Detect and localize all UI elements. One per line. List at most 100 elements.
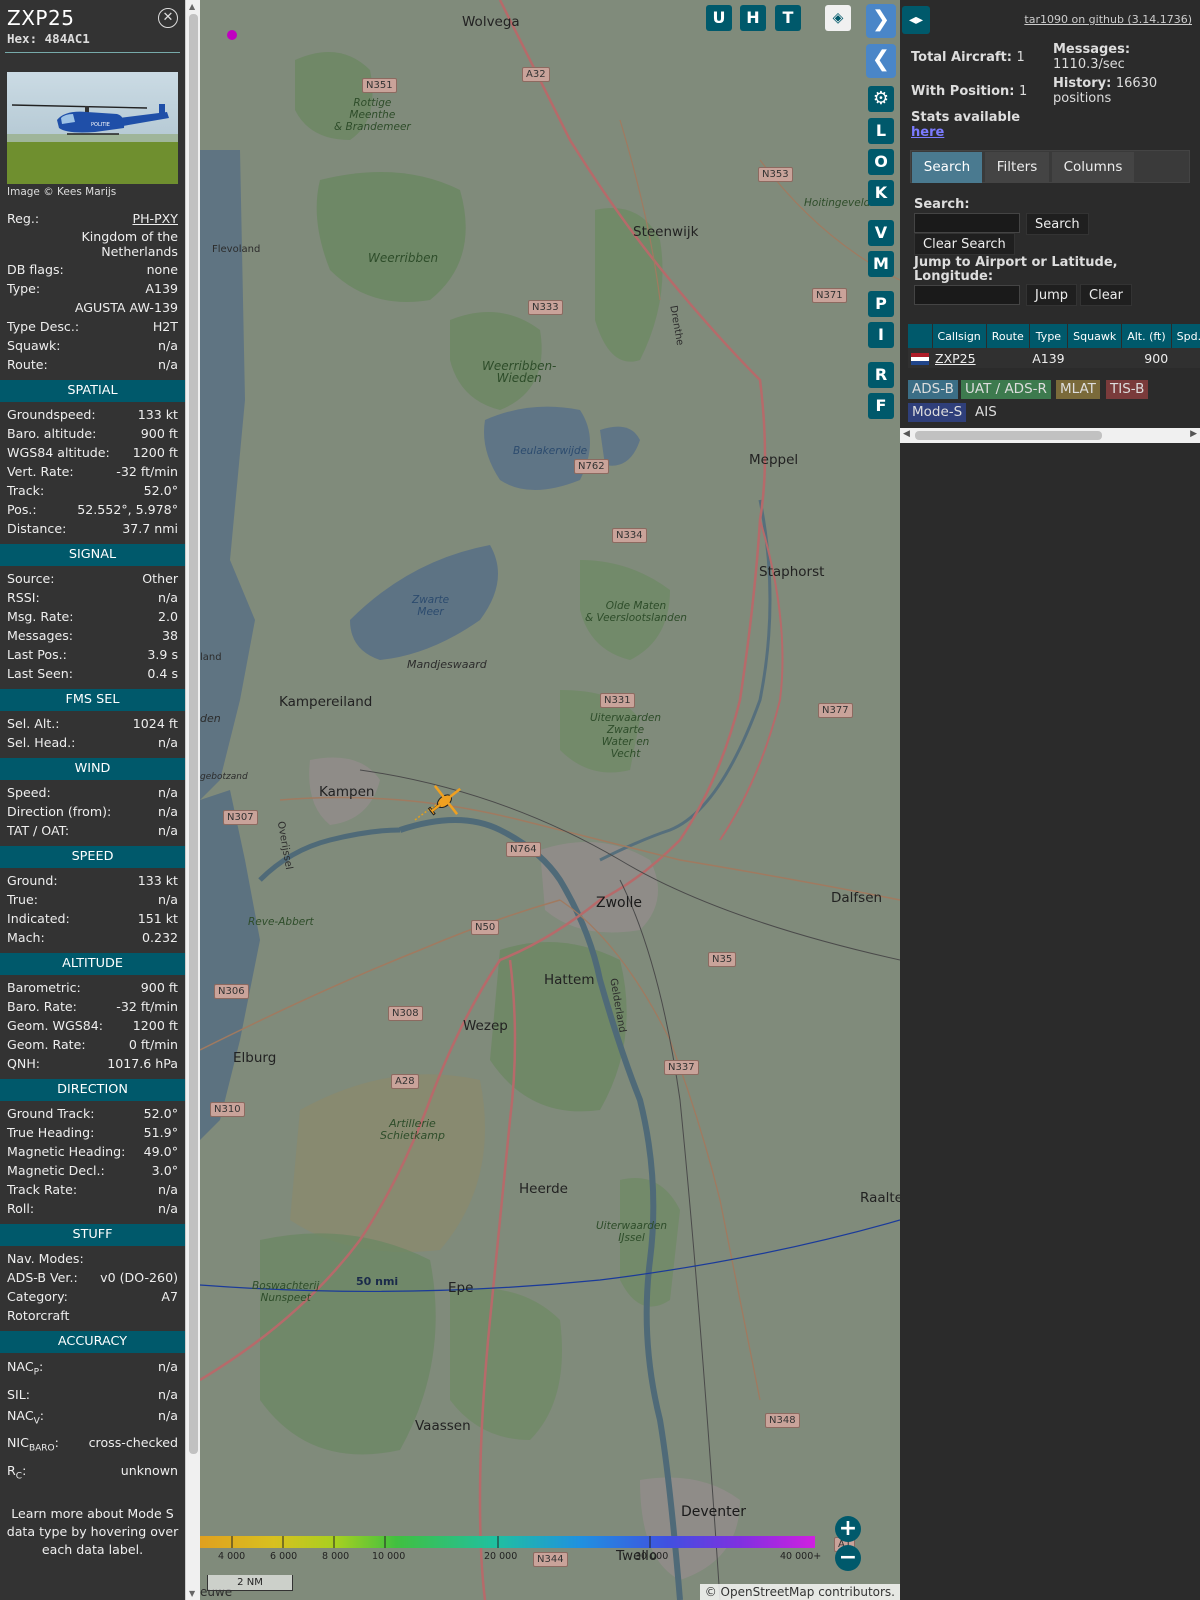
table-scroll-thumb[interactable] [915,431,1102,440]
route-row: Route: n/a [7,355,178,374]
tab-columns[interactable]: Columns [1052,152,1134,183]
section-spatial: SPATIAL [0,380,185,402]
column-header-type[interactable]: Type [1029,324,1069,348]
search-button[interactable]: Search [1026,213,1089,235]
hex-label: Hex: [7,31,38,46]
info-label: Barometric: [7,980,81,995]
map-label-uiterwaarden-zwarte-water: Uiterwaarden Zwarte Water en Vecht [590,712,662,760]
source-badge-uat[interactable]: UAT / ADS-R [961,380,1051,399]
map-button-m[interactable]: M [868,251,894,277]
settings-button[interactable]: ⚙ [868,86,894,112]
map-button-u[interactable]: U [706,5,732,31]
scroll-up-arrow-icon[interactable]: ▲ [189,2,195,11]
tab-search[interactable]: Search [912,152,982,183]
photo-credit: Image © Kees Marijs [7,186,117,198]
nicbaro-value: cross-checked [88,1435,178,1451]
map-label-elburg: Elburg [233,1050,277,1066]
infoblock-scroll-thumb[interactable] [189,14,198,1454]
layers-icon: ◈ [832,10,844,26]
stats-here-link[interactable]: here [911,125,944,140]
column-header-altitude[interactable]: Alt. (ft) [1121,324,1172,348]
map-button-i[interactable]: I [868,322,894,348]
tab-filters[interactable]: Filters [985,152,1049,183]
zoom-in-button[interactable]: + [835,1516,861,1542]
info-label: Vert. Rate: [7,464,74,479]
category-desc: Rotorcraft [7,1308,70,1323]
prev-aircraft-button[interactable]: ❮ [866,44,896,78]
map-label-heerde: Heerde [519,1181,568,1197]
github-link[interactable]: tar1090 on github (3.14.1736) [1024,13,1192,26]
jump-button[interactable]: Jump [1026,284,1077,306]
info-value: 2.0 [157,609,178,624]
map-label-kampen: Kampen [319,784,375,800]
column-header-squawk[interactable]: Squawk [1067,324,1123,348]
map-button-t[interactable]: T [775,5,801,31]
flag-column-header[interactable] [908,324,933,348]
altitude-legend-tick: 8 000 [322,1551,350,1562]
clear-jump-button[interactable]: Clear [1080,284,1132,306]
map-button-r[interactable]: R [868,362,894,388]
close-infoblock-button[interactable]: ✕ [158,8,178,28]
table-horizontal-scrollbar[interactable]: ◀ ▶ [900,428,1200,443]
fms-rows: Sel. Alt.: 1024 ft Sel. Head.: n/a [0,711,185,752]
source-badge-adsb[interactable]: ADS-B [908,380,958,399]
source-badge-modes[interactable]: Mode-S [908,403,967,422]
source-badge-mlat[interactable]: MLAT [1056,380,1100,399]
column-header-callsign[interactable]: Callsign [932,324,987,348]
map-label-steenwijk: Steenwijk [633,224,699,240]
column-header-route[interactable]: Route [986,324,1030,348]
altitude-legend-tick: 30 000 [635,1551,669,1562]
next-aircraft-button[interactable]: ❯ [866,4,896,38]
map-button-h[interactable]: H [740,5,766,31]
column-header-speed[interactable]: Spd. [1171,324,1200,348]
info-value: 133 kt [137,407,178,422]
scroll-right-arrow-icon[interactable]: ▶ [1190,429,1197,439]
map-label-weerribben-wieden: Weerribben- Wieden [482,359,557,385]
info-value: 52.0° [143,483,178,498]
altitude-legend-tick: 10 000 [372,1551,406,1562]
source-badge-tisb[interactable]: TIS-B [1106,380,1149,399]
info-label: Last Pos.: [7,647,67,662]
infoblock-scrollbar[interactable]: ▲ ▼ [185,0,200,1600]
clear-search-button[interactable]: Clear Search [914,233,1015,255]
map-button-v[interactable]: V [868,220,894,246]
registration-link[interactable]: PH-PXY [132,209,178,228]
road-n333: N333 [528,300,563,315]
info-row: Last Seen: 0.4 s [7,664,178,683]
map-button-f[interactable]: F [868,393,894,419]
zoom-out-button[interactable]: − [835,1545,861,1571]
minus-icon: − [838,1545,858,1570]
route-cell [986,348,1030,368]
scroll-down-arrow-icon[interactable]: ▼ [189,1589,195,1598]
adsbver-label: ADS-B Ver.: [7,1270,78,1285]
gear-icon: ⚙ [872,88,890,109]
nacv-label: NACV: [7,1407,45,1427]
section-wind: WIND [0,758,185,780]
search-input[interactable] [914,213,1020,233]
callsign-cell[interactable]: ZXP25 [932,348,987,368]
map-button-k[interactable]: K [868,180,894,206]
aircraft-marker-helicopter-icon[interactable] [424,780,468,820]
toggle-sidebar-button[interactable]: ◂▸ [902,6,930,34]
road-n371: N371 [812,288,847,303]
source-badge-ais[interactable]: AIS [971,403,1001,422]
sil-value: n/a [158,1386,178,1402]
info-label: Messages: [7,628,74,643]
aircraft-photo[interactable]: POLITIE [7,72,178,184]
jump-input[interactable] [914,285,1020,305]
type-row: Type: A139 [7,279,178,298]
info-value: 3.9 s [147,647,178,662]
netherlands-flag-icon [911,353,929,365]
typedesc-label: Type Desc.: [7,319,80,334]
map-canvas[interactable]: Wolvega Steenwijk Meppel Staphorst Kampe… [200,0,900,1600]
table-row[interactable]: ZXP25 A139 900 [908,348,1200,368]
map-button-p[interactable]: P [868,291,894,317]
openstreetmap-link[interactable]: OpenStreetMap [721,1585,815,1599]
altitude-legend-tick: 4 000 [218,1551,246,1562]
map-button-l[interactable]: L [868,118,894,144]
dbflags-label: DB flags: [7,262,64,277]
adsbver-value: v0 (DO-260) [100,1270,178,1285]
layer-switcher-button[interactable]: ◈ [825,5,851,31]
scroll-left-arrow-icon[interactable]: ◀ [903,429,910,439]
map-button-o[interactable]: O [868,149,894,175]
